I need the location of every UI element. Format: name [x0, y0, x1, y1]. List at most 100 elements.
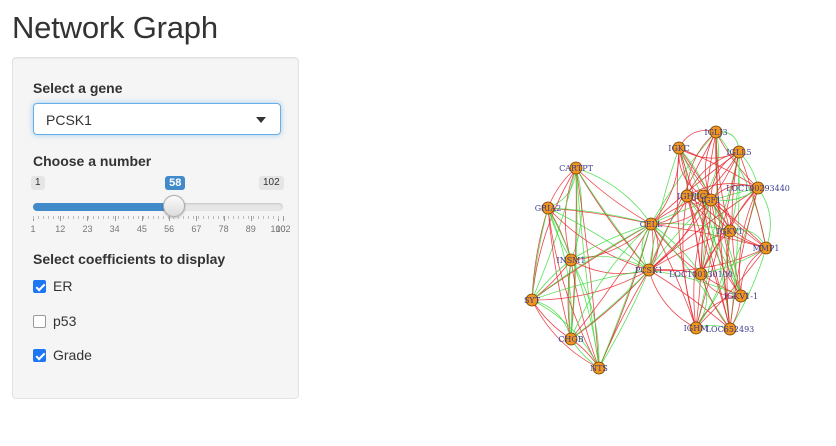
sidebar-panel: Select a gene PCSK1 Choose a number 1 10…: [12, 57, 299, 399]
slider-grid-label: 89: [245, 224, 256, 234]
network-node-label: IGKC: [668, 144, 689, 153]
checkbox-label: Grade: [53, 347, 92, 363]
network-edge: [575, 167, 650, 271]
slider-minor-tick: [143, 216, 144, 219]
page-title: Network Graph: [12, 10, 218, 45]
slider-minor-tick: [88, 216, 89, 219]
slider-grid-label: 23: [82, 224, 93, 234]
slider-minor-tick: [108, 216, 109, 219]
slider-minor-tick: [38, 216, 39, 219]
checkbox-box[interactable]: [33, 315, 46, 328]
network-node-label: GRIA2: [535, 204, 561, 213]
network-node-label: SYT: [524, 296, 541, 305]
slider-minor-tick: [83, 216, 84, 219]
slider-minor-tick: [238, 216, 239, 219]
network-edge: [547, 167, 577, 209]
network-edge: [570, 259, 600, 369]
network-edge: [570, 223, 652, 340]
slider-minor-tick: [218, 216, 219, 219]
slider-minor-tick: [53, 216, 54, 219]
slider-tick: [169, 216, 171, 221]
slider-minor-tick: [203, 216, 204, 219]
slider-minor-tick: [163, 216, 164, 219]
slider-minor-tick: [153, 216, 154, 219]
slider-minor-tick: [228, 216, 229, 219]
network-edge: [598, 223, 652, 369]
slider-grid-label: 1: [30, 224, 36, 234]
network-edge: [598, 269, 650, 369]
network-node-label: IGLL5: [726, 148, 751, 157]
network-edge: [729, 187, 759, 232]
slider-tick: [114, 216, 116, 221]
slider-minor-tick: [178, 216, 179, 219]
gene-select-label: Select a gene: [33, 80, 123, 96]
slider-minor-tick: [273, 216, 274, 219]
gene-select[interactable]: PCSK1: [33, 103, 281, 135]
slider-minor-tick: [43, 216, 44, 219]
network-edge: [570, 269, 650, 340]
network-edge: [531, 299, 600, 369]
network-node-label: IGHJ: [677, 192, 697, 201]
network-edge: [531, 299, 572, 340]
network-node-label: CHGB: [558, 335, 583, 344]
slider-minor-tick: [98, 216, 99, 219]
slider-minor-tick: [233, 216, 234, 219]
number-slider[interactable]: 1 102 58 1 12 23 34 45 56 67 78 89 100 102: [30, 176, 291, 246]
slider-track[interactable]: [33, 203, 283, 211]
slider-grid-label: 67: [191, 224, 202, 234]
slider-tick: [60, 216, 62, 221]
network-edge: [531, 259, 572, 301]
slider-minor-tick: [148, 216, 149, 219]
network-edge: [570, 223, 652, 340]
slider-minor-tick: [168, 216, 169, 219]
network-node-label: CARTPT: [559, 164, 594, 173]
gene-select-value: PCSK1: [46, 112, 92, 128]
network-node-label: INSM1: [557, 256, 586, 265]
network-node-label: LOC652493: [706, 325, 755, 334]
network-node-label: IGF1: [701, 196, 721, 205]
checkbox-box[interactable]: [33, 349, 46, 362]
slider-minor-tick: [213, 216, 214, 219]
slider-minor-tick: [243, 216, 244, 219]
network-edge: [531, 299, 600, 369]
slider-minor-tick: [133, 216, 134, 219]
slider-minor-tick: [223, 216, 224, 219]
network-node-label: IGHM: [684, 324, 709, 333]
network-edge: [575, 167, 650, 271]
slider-minor-tick: [258, 216, 259, 219]
slider-grid-label: 34: [109, 224, 120, 234]
slider-minor-tick: [48, 216, 49, 219]
chevron-down-icon: [256, 117, 266, 123]
slider-minor-tick: [103, 216, 104, 219]
network-node-label: LOC100130100: [669, 270, 733, 279]
slider-handle[interactable]: [163, 195, 186, 217]
network-node-label: CELL: [640, 220, 663, 229]
slider-minor-tick: [253, 216, 254, 219]
network-edge: [570, 269, 650, 340]
network-node-label: NTS: [590, 364, 608, 373]
checkbox-label: ER: [53, 278, 73, 294]
checkbox-box[interactable]: [33, 280, 46, 293]
slider-minor-tick: [118, 216, 119, 219]
slider-minor-tick: [73, 216, 74, 219]
network-node-label: PCSK1: [635, 266, 663, 275]
slider-minor-tick: [263, 216, 264, 219]
network-edge: [700, 273, 731, 330]
slider-minor-tick: [198, 216, 199, 219]
slider-minor-tick: [93, 216, 94, 219]
network-edge: [598, 269, 650, 369]
slider-minor-tick: [138, 216, 139, 219]
slider-value-label: 58: [165, 176, 186, 190]
network-edge: [547, 167, 577, 209]
network-node-label: MMP1: [753, 244, 780, 253]
slider-minor-tick: [58, 216, 59, 219]
slider-grid-label: 12: [55, 224, 66, 234]
slider-minor-tick: [68, 216, 69, 219]
slider-minor-tick: [158, 216, 159, 219]
slider-minor-tick: [188, 216, 189, 219]
slider-minor-tick: [63, 216, 64, 219]
slider-minor-tick: [183, 216, 184, 219]
slider-grid-label: 45: [136, 224, 147, 234]
network-node-label: IGKV1-1: [724, 292, 758, 301]
slider-fill: [33, 203, 175, 211]
